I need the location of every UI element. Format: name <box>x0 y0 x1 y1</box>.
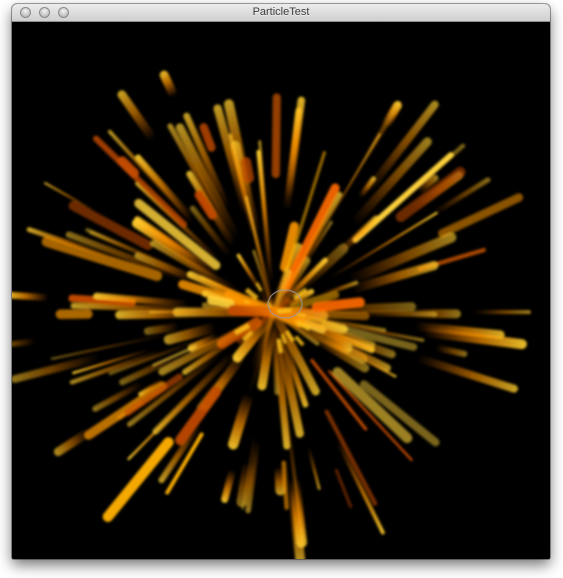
app-window: ParticleTest <box>12 4 550 559</box>
particle-scene <box>12 22 550 559</box>
particle-streak <box>473 310 531 315</box>
window-title: ParticleTest <box>252 6 310 18</box>
particle-streak <box>55 309 93 319</box>
particle-streak <box>271 93 281 179</box>
particle-streak <box>274 466 286 496</box>
particle-streak <box>358 310 438 317</box>
particle-canvas[interactable] <box>12 22 550 559</box>
title-bar[interactable]: ParticleTest <box>12 4 550 22</box>
particle-streak <box>148 310 209 314</box>
